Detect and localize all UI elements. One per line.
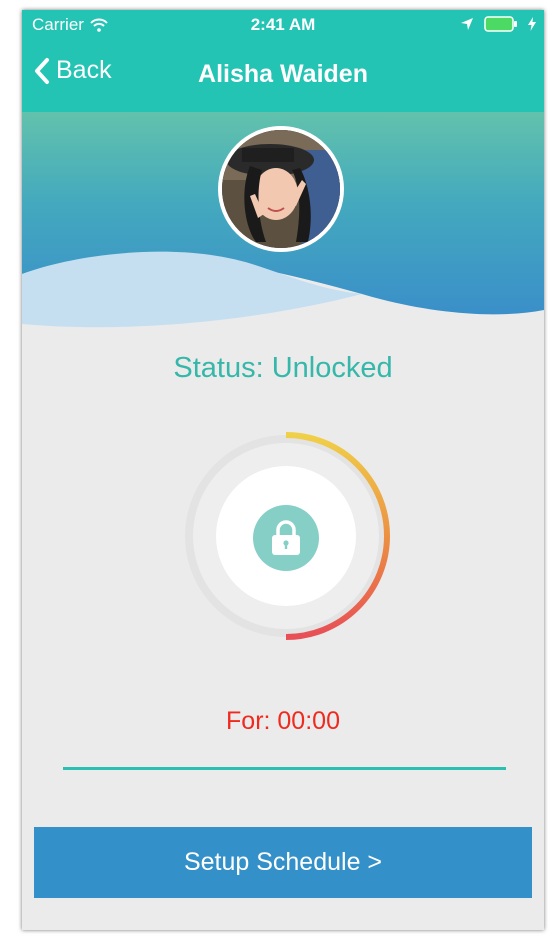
divider-line — [63, 767, 506, 770]
page-title: Alisha Waiden — [198, 60, 368, 88]
setup-schedule-label: Setup Schedule > — [183, 848, 383, 876]
lock-timer-text: For: 00:00 — [226, 707, 340, 735]
lock-progress-ring — [181, 431, 391, 641]
lock-icon — [253, 505, 319, 571]
lock-status-text: Status: Unlocked — [173, 352, 393, 384]
avatar — [218, 126, 344, 252]
phone-screen: Carrier 2:41 AM Back Alisha Waiden Statu… — [22, 10, 544, 930]
status-bar: Carrier 2:41 AM — [22, 10, 544, 38]
user-photo-avatar — [222, 130, 340, 248]
battery-icon — [484, 16, 517, 32]
status-right-icons — [460, 16, 536, 32]
setup-schedule-button[interactable]: Setup Schedule > — [34, 827, 532, 898]
navigation-bar: Back Alisha Waiden — [22, 38, 544, 112]
charging-bolt-icon — [528, 17, 536, 31]
location-arrow-icon — [461, 18, 473, 30]
